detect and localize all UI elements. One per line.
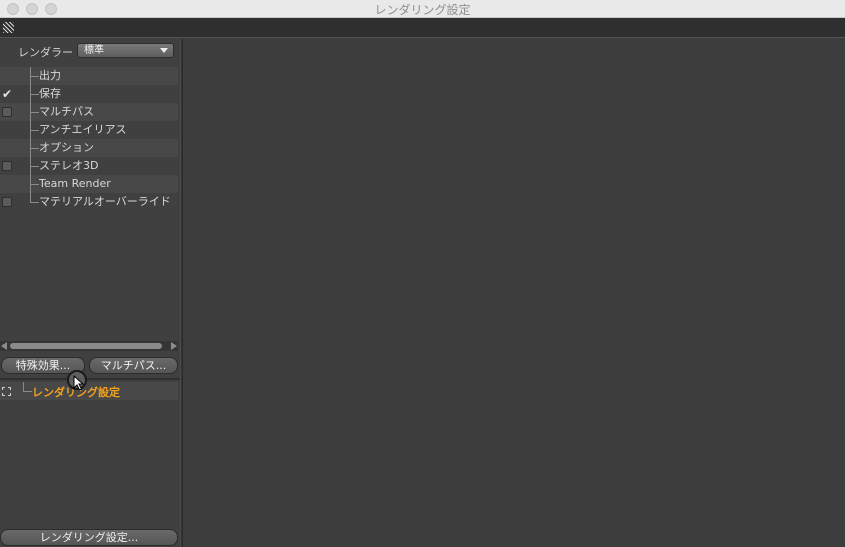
tree-item-label: マテリアルオーバーライド [39,195,171,208]
grip-icon[interactable] [3,22,14,33]
material-override-checkbox[interactable] [2,197,12,207]
tree-item-label: 出力 [39,69,61,82]
tree-item-options[interactable]: オプション [0,139,178,157]
tree-branch-line [30,157,39,175]
tree-item-antialiasing[interactable]: アンチエイリアス [0,121,178,139]
tree-branch-line [30,103,39,121]
tree-item-label: オプション [39,141,94,154]
settings-content-area [183,39,845,547]
left-panel: レンダラー 標準 出力 ✔ 保存 マルチパス アンチエイリアス オプション ステ… [0,39,180,547]
tree-branch-line [30,139,39,157]
tree-item-label: アンチエイリアス [39,123,127,136]
renderer-select-value: 標準 [84,45,104,56]
render-settings-list-item[interactable]: レンダリング設定 [0,382,178,400]
tree-item-label: Team Render [39,177,111,190]
stereo3d-checkbox[interactable] [2,161,12,171]
tree-branch-line [23,382,32,392]
scroll-right-icon[interactable] [171,342,177,350]
tree-branch-line [30,175,39,193]
tree-item-save[interactable]: ✔ 保存 [0,85,178,103]
horizontal-scrollbar[interactable] [0,341,178,351]
tree-branch-line [30,193,39,203]
scroll-left-icon[interactable] [1,342,7,350]
window-titlebar: レンダリング設定 [0,0,845,18]
tree-item-stereo3d[interactable]: ステレオ3D [0,157,178,175]
settings-preset-icon [2,387,11,396]
tree-item-team-render[interactable]: Team Render [0,175,178,193]
mouse-pointer-icon [73,375,84,391]
tree-branch-line [30,85,39,103]
multipass-button[interactable]: マルチパス... [89,357,178,374]
tree-item-label: 保存 [39,87,61,100]
window-title: レンダリング設定 [374,3,471,17]
tree-item-multipass[interactable]: マルチパス [0,103,178,121]
multipass-checkbox[interactable] [2,107,12,117]
tree-item-label: ステレオ3D [39,159,99,172]
tree-branch-line [30,67,39,85]
renderer-select[interactable]: 標準 [77,43,174,58]
checkmark-icon[interactable]: ✔ [2,85,12,103]
render-settings-button[interactable]: レンダリング設定... [0,529,178,546]
tree-item-output[interactable]: 出力 [0,67,178,85]
panel-separator [0,378,180,380]
renderer-label: レンダラー [18,46,73,59]
tree-branch-line [30,121,39,139]
chevron-down-icon [160,48,168,53]
tree-item-material-override[interactable]: マテリアルオーバーライド [0,193,178,211]
toolbar [0,18,845,38]
scrollbar-thumb[interactable] [10,343,162,349]
render-settings-tree: 出力 ✔ 保存 マルチパス アンチエイリアス オプション ステレオ3D Team… [0,67,178,211]
tree-item-label: マルチパス [39,105,94,118]
